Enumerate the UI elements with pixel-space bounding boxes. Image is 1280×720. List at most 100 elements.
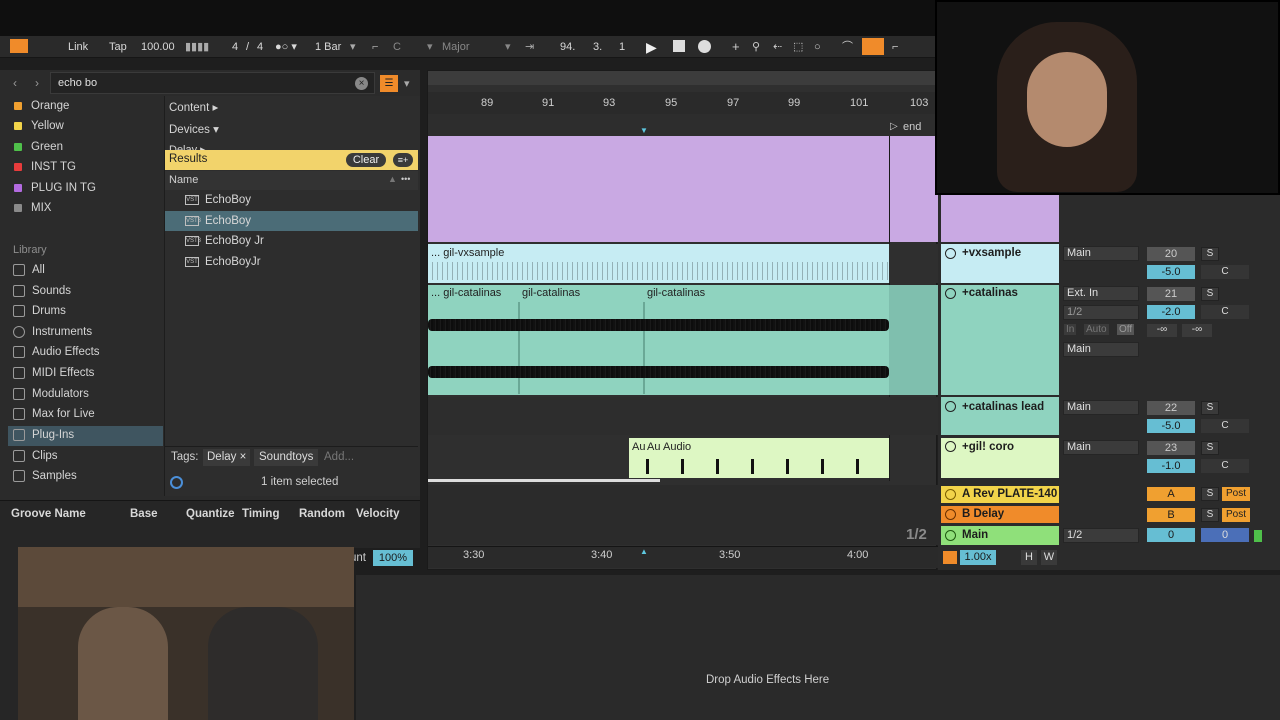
master-output-select[interactable]: 1/2 bbox=[1063, 528, 1139, 543]
forward-arrow-icon[interactable]: › bbox=[35, 76, 39, 90]
monitor-in[interactable]: In bbox=[1064, 324, 1077, 335]
tap-button[interactable]: Tap bbox=[109, 36, 127, 58]
signature-numerator[interactable]: 4 bbox=[232, 36, 238, 58]
solo-button[interactable]: S bbox=[1201, 441, 1219, 455]
label-mix[interactable]: MIX bbox=[14, 198, 51, 218]
monitor-auto[interactable]: Auto bbox=[1084, 324, 1109, 335]
position-beat[interactable]: 3. bbox=[593, 36, 602, 58]
sidebar-item-max-for-live[interactable]: Max for Live bbox=[13, 404, 163, 424]
base-header[interactable]: Base bbox=[130, 508, 158, 520]
master-volume[interactable]: 0 bbox=[1147, 528, 1195, 542]
name-column-header[interactable] bbox=[165, 171, 418, 190]
purple-track-lane[interactable] bbox=[428, 136, 938, 242]
track-name[interactable]: B Delay bbox=[962, 508, 1004, 520]
tempo-follow-icon[interactable] bbox=[943, 551, 957, 564]
track-name[interactable]: +gil! coro bbox=[962, 441, 1014, 453]
output-select[interactable]: Main bbox=[1063, 440, 1139, 455]
fold-chevron-icon[interactable] bbox=[945, 288, 956, 299]
signature-denominator[interactable]: 4 bbox=[257, 36, 263, 58]
pan-field[interactable]: C bbox=[1201, 419, 1249, 433]
empty-lane[interactable] bbox=[428, 397, 938, 435]
input-channel-select[interactable]: 1/2 bbox=[1063, 305, 1139, 320]
punch-in-icon[interactable]: ⌒ bbox=[842, 36, 853, 58]
fold-chevron-icon[interactable] bbox=[945, 401, 956, 412]
input-select[interactable]: Ext. In bbox=[1063, 286, 1139, 301]
solo-button[interactable]: S bbox=[1201, 508, 1219, 522]
groove-name-header[interactable]: Groove Name bbox=[11, 508, 86, 520]
track-name[interactable]: Main bbox=[962, 529, 988, 541]
session-record-icon[interactable]: ○ bbox=[814, 36, 821, 58]
devices-filter[interactable]: Devices ▾ bbox=[169, 122, 219, 136]
sidebar-item-midi-effects[interactable]: MIDI Effects bbox=[13, 363, 163, 383]
label-green[interactable]: Green bbox=[14, 137, 63, 157]
timing-header[interactable]: Timing bbox=[242, 508, 279, 520]
label-yellow[interactable]: Yellow bbox=[14, 116, 64, 136]
overdub-icon[interactable]: + bbox=[732, 36, 740, 58]
h-button[interactable]: H bbox=[1021, 550, 1037, 565]
output-select[interactable]: Main bbox=[1063, 400, 1139, 415]
volume-field[interactable]: -5.0 bbox=[1147, 419, 1195, 433]
follow-icon[interactable]: ⇥ bbox=[525, 36, 534, 58]
output-select[interactable]: Main bbox=[1063, 342, 1139, 357]
solo-button[interactable]: S bbox=[1201, 247, 1219, 261]
position-bar[interactable]: 94. bbox=[560, 36, 575, 58]
metronome-grid-icon[interactable]: ▮▮▮▮ bbox=[185, 36, 209, 58]
overview-strip[interactable] bbox=[428, 71, 936, 85]
quantize-select[interactable]: 1 Bar bbox=[315, 36, 341, 58]
sidebar-item-instruments[interactable]: Instruments bbox=[13, 322, 163, 342]
fold-chevron-icon[interactable] bbox=[945, 441, 956, 452]
clear-button[interactable]: Clear bbox=[346, 153, 386, 167]
delay-filter[interactable]: Delay ▸ bbox=[169, 143, 206, 150]
quantize-header[interactable]: Quantize bbox=[186, 508, 235, 520]
search-field[interactable] bbox=[50, 72, 375, 94]
sort-icon[interactable]: ▲ bbox=[388, 174, 397, 184]
global-amount-field[interactable]: 100% bbox=[373, 550, 413, 566]
post-button[interactable]: Post bbox=[1222, 508, 1250, 522]
post-button[interactable]: Post bbox=[1222, 487, 1250, 501]
play-icon[interactable]: ▶ bbox=[646, 36, 657, 58]
scale-select[interactable]: Major bbox=[442, 36, 470, 58]
track-activator-icon[interactable] bbox=[945, 509, 956, 520]
clear-search-icon[interactable]: × bbox=[355, 77, 368, 90]
info-icon[interactable] bbox=[170, 476, 183, 489]
list-item[interactable]: VST EchoBoy bbox=[165, 190, 418, 210]
position-sixteenth[interactable]: 1 bbox=[619, 36, 625, 58]
filter-chevron-icon[interactable]: ▾ bbox=[404, 77, 410, 90]
volume-field[interactable]: -5.0 bbox=[1147, 265, 1195, 279]
add-tag-input[interactable]: Add... bbox=[324, 451, 354, 463]
list-item[interactable]: VST EchoBoyJr bbox=[165, 252, 418, 272]
velocity-header[interactable]: Velocity bbox=[356, 508, 399, 520]
solo-button[interactable]: S bbox=[1201, 401, 1219, 415]
loop-icon[interactable] bbox=[862, 38, 884, 55]
pan-field[interactable]: C bbox=[1201, 305, 1249, 319]
monitor-off[interactable]: Off bbox=[1117, 324, 1135, 335]
back-arrow-icon[interactable]: ‹ bbox=[13, 76, 17, 90]
fold-chevron-icon[interactable] bbox=[945, 248, 956, 259]
filter-icon[interactable]: ☰ bbox=[380, 75, 398, 92]
tag-soundtoys[interactable]: Soundtoys bbox=[254, 449, 319, 466]
link-button[interactable]: Link bbox=[68, 36, 88, 58]
tag-delay[interactable]: Delay × bbox=[203, 449, 251, 466]
sidebar-item-plug-ins[interactable]: Plug-Ins bbox=[13, 425, 163, 445]
volume-field[interactable]: -1.0 bbox=[1147, 459, 1195, 473]
track-name[interactable]: +vxsample bbox=[962, 247, 1021, 259]
sidebar-item-sounds[interactable]: Sounds bbox=[13, 281, 163, 301]
solo-button[interactable]: S bbox=[1201, 287, 1219, 301]
solo-button[interactable]: S bbox=[1201, 487, 1219, 501]
w-button[interactable]: W bbox=[1041, 550, 1057, 565]
label-plug-in-tg[interactable]: PLUG IN TG bbox=[14, 178, 96, 198]
stop-icon[interactable] bbox=[673, 40, 685, 52]
track-name[interactable]: A Rev PLATE-140 bbox=[962, 488, 1057, 500]
send-a-field[interactable]: -∞ bbox=[1147, 324, 1177, 337]
search-input[interactable]: echo bo bbox=[58, 77, 97, 89]
locator-row[interactable] bbox=[428, 114, 936, 136]
sidebar-item-audio-effects[interactable]: Audio Effects bbox=[13, 342, 163, 362]
purple-track-header[interactable] bbox=[941, 195, 1059, 242]
automation-arm-icon[interactable]: ⚲ bbox=[752, 36, 760, 58]
send-b-field[interactable]: -∞ bbox=[1182, 324, 1212, 337]
track-name[interactable]: +catalinas lead bbox=[962, 401, 1044, 413]
sidebar-item-drums[interactable]: Drums bbox=[13, 301, 163, 321]
pan-field[interactable]: C bbox=[1201, 265, 1249, 279]
track-name[interactable]: +catalinas bbox=[962, 287, 1018, 299]
list-item[interactable]: VST3 EchoBoy Jr bbox=[165, 231, 418, 251]
